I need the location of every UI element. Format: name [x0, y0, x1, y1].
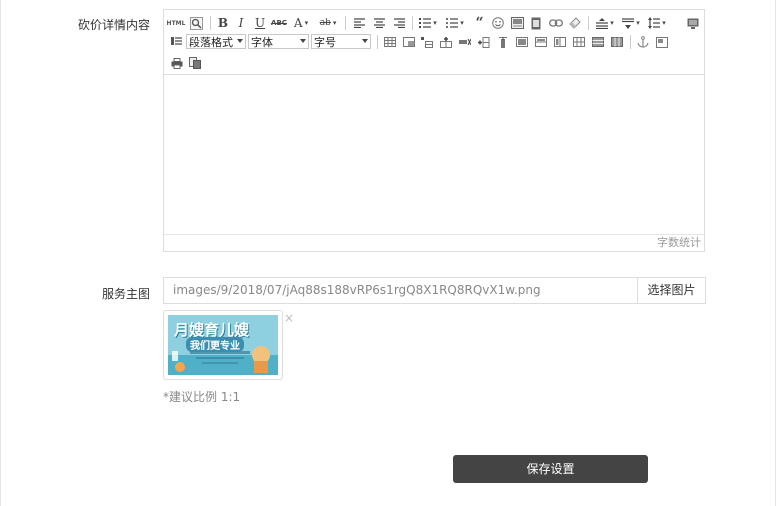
delete-column-icon[interactable]	[496, 34, 510, 50]
html-source-label: HTML	[166, 19, 186, 27]
insert-paragraph-before-table-icon[interactable]	[420, 34, 434, 50]
chevron-down-icon: ▾	[460, 19, 464, 27]
insert-row-icon[interactable]	[439, 34, 453, 50]
split-to-rows-icon[interactable]	[591, 34, 605, 50]
row-spacing-bottom-icon[interactable]: ▾	[620, 15, 642, 31]
ordered-list-icon[interactable]: ▾	[417, 15, 439, 31]
chevron-down-icon	[362, 39, 368, 43]
print-icon[interactable]	[170, 55, 184, 71]
align-center-icon[interactable]	[372, 15, 386, 31]
chevron-down-icon	[300, 39, 306, 43]
editor-toolbar: HTML B I U ABC A ▾ ab ▾ ▾ ▾ “ ▾ ▾ ▾ 段落格式…	[164, 10, 704, 75]
service-image-label: 服务主图	[101, 287, 150, 301]
chevron-down-icon: ▾	[610, 19, 614, 27]
toolbar-separator	[630, 35, 631, 49]
editor-status-bar: 字数统计	[164, 234, 704, 251]
preview-icon[interactable]	[188, 15, 204, 31]
merge-down-icon[interactable]	[553, 34, 567, 50]
strikethrough-button[interactable]: ABC	[271, 15, 287, 31]
video-insert-icon[interactable]	[529, 15, 543, 31]
toolbar-separator	[345, 16, 346, 30]
split-to-cols-icon[interactable]	[610, 34, 624, 50]
strikethrough-label: ABC	[271, 19, 287, 27]
editor-content-area[interactable]	[164, 75, 704, 234]
thumbnail-subtitle: 我们更专业	[186, 337, 244, 352]
insert-frame-icon[interactable]	[655, 34, 669, 50]
line-height-icon[interactable]: ▾	[646, 15, 668, 31]
toolbar-separator	[377, 35, 378, 49]
rich-text-editor: HTML B I U ABC A ▾ ab ▾ ▾ ▾ “ ▾ ▾ ▾ 段落格式…	[163, 9, 705, 252]
font-size-value: 字号	[314, 35, 336, 49]
save-settings-button[interactable]: 保存设置	[453, 455, 648, 483]
align-right-icon[interactable]	[392, 15, 406, 31]
font-family-select[interactable]: 字体	[248, 34, 309, 49]
thumbnail-picture: 月嫂育儿嫂 我们更专业	[168, 315, 278, 375]
align-left-icon[interactable]	[352, 15, 366, 31]
chevron-down-icon	[237, 39, 243, 43]
word-count-label: 字数统计	[657, 236, 701, 249]
merge-right-icon[interactable]	[534, 34, 548, 50]
detail-content-label: 砍价详情内容	[77, 18, 150, 32]
chevron-down-icon: ▾	[332, 19, 337, 27]
font-size-select[interactable]: 字号	[311, 34, 371, 49]
emoticon-icon[interactable]	[491, 15, 505, 31]
delete-row-icon[interactable]	[458, 34, 472, 50]
chevron-down-icon: ▾	[662, 19, 666, 27]
link-icon[interactable]	[548, 15, 564, 31]
eraser-icon[interactable]	[568, 15, 582, 31]
split-cells-icon[interactable]	[572, 34, 586, 50]
remove-image-icon[interactable]: ×	[284, 312, 294, 324]
chevron-down-icon: ▾	[304, 19, 309, 27]
paragraph-format-value: 段落格式	[189, 35, 233, 49]
choose-image-button[interactable]: 选择图片	[637, 277, 706, 304]
merge-cells-icon[interactable]	[515, 34, 529, 50]
font-color-button[interactable]: A ▾	[291, 15, 311, 31]
ratio-hint: *建议比例 1:1	[163, 390, 241, 404]
insert-table-icon[interactable]	[383, 34, 397, 50]
insert-column-icon[interactable]	[477, 34, 491, 50]
chevron-down-icon: ▾	[433, 19, 437, 27]
paragraph-format-select[interactable]: 段落格式	[186, 34, 246, 49]
underline-label: U	[254, 16, 266, 30]
toolbar-separator	[412, 16, 413, 30]
background-color-label: ab	[319, 18, 331, 28]
background-color-button[interactable]: ab ▾	[317, 15, 339, 31]
unordered-list-icon[interactable]: ▾	[444, 15, 466, 31]
row-spacing-top-icon[interactable]: ▾	[594, 15, 616, 31]
template-icon[interactable]	[188, 55, 202, 71]
directionality-icon[interactable]	[168, 34, 184, 50]
italic-button[interactable]: I	[234, 15, 248, 31]
fullscreen-icon[interactable]	[686, 15, 700, 31]
delete-table-icon[interactable]	[402, 34, 416, 50]
font-family-value: 字体	[251, 35, 273, 49]
italic-label: I	[238, 16, 244, 30]
toolbar-separator	[210, 16, 211, 30]
font-color-label: A	[293, 16, 303, 30]
bold-label: B	[217, 16, 229, 30]
html-source-button[interactable]: HTML	[166, 15, 186, 31]
toolbar-separator	[588, 16, 589, 30]
bold-button[interactable]: B	[216, 15, 230, 31]
underline-button[interactable]: U	[253, 15, 267, 31]
anchor-icon[interactable]	[636, 34, 650, 50]
image-insert-icon[interactable]	[510, 15, 524, 31]
image-path-input[interactable]: images/9/2018/07/jAq88s188vRP6s1rgQ8X1RQ…	[163, 277, 638, 304]
blockquote-button[interactable]: “	[472, 15, 486, 31]
chevron-down-icon: ▾	[636, 19, 640, 27]
image-thumbnail: 月嫂育儿嫂 我们更专业	[163, 310, 283, 380]
